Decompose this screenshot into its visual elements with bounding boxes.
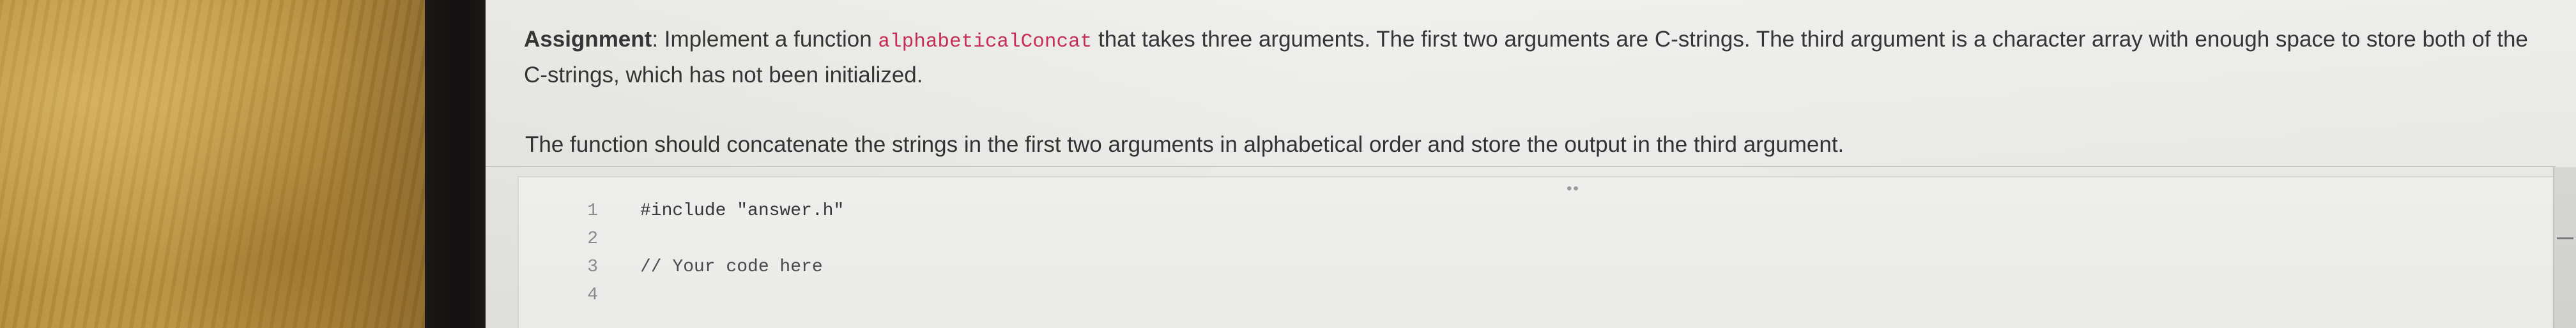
scrollbar-thumb[interactable] xyxy=(2557,237,2573,239)
browser-screen: Assignment: Implement a function alphabe… xyxy=(486,0,2576,328)
assignment-label: Assignment xyxy=(524,27,652,52)
code-line[interactable]: 4 xyxy=(519,282,2570,309)
line-text[interactable]: #include "answer.h" xyxy=(640,198,844,225)
line-number: 3 xyxy=(587,257,598,277)
instruction-text: The function should concatenate the stri… xyxy=(525,132,1844,157)
editor-scrollbar[interactable] xyxy=(2553,167,2576,328)
assignment-description: Assignment: Implement a function alphabe… xyxy=(524,23,2556,92)
code-line[interactable]: 1 #include "answer.h" xyxy=(519,198,2570,225)
code-line[interactable]: 3 // Your code here xyxy=(519,254,2570,281)
function-name-code: alphabeticalConcat xyxy=(878,31,1092,53)
assignment-colon: : xyxy=(652,27,659,52)
resize-handle[interactable]: •• xyxy=(1567,181,1580,197)
section-divider xyxy=(486,166,2556,167)
line-text[interactable]: // Your code here xyxy=(640,254,823,281)
line-number: 1 xyxy=(587,201,598,221)
line-number: 2 xyxy=(587,229,598,249)
code-editor[interactable]: •• 1 #include "answer.h" 2 3 // Your cod… xyxy=(518,176,2570,328)
code-line[interactable]: 2 xyxy=(519,226,2570,253)
desk-background xyxy=(0,0,425,328)
line-number: 4 xyxy=(587,285,598,305)
monitor-bezel xyxy=(425,0,486,328)
assignment-text-intro: Implement a function xyxy=(664,27,878,52)
